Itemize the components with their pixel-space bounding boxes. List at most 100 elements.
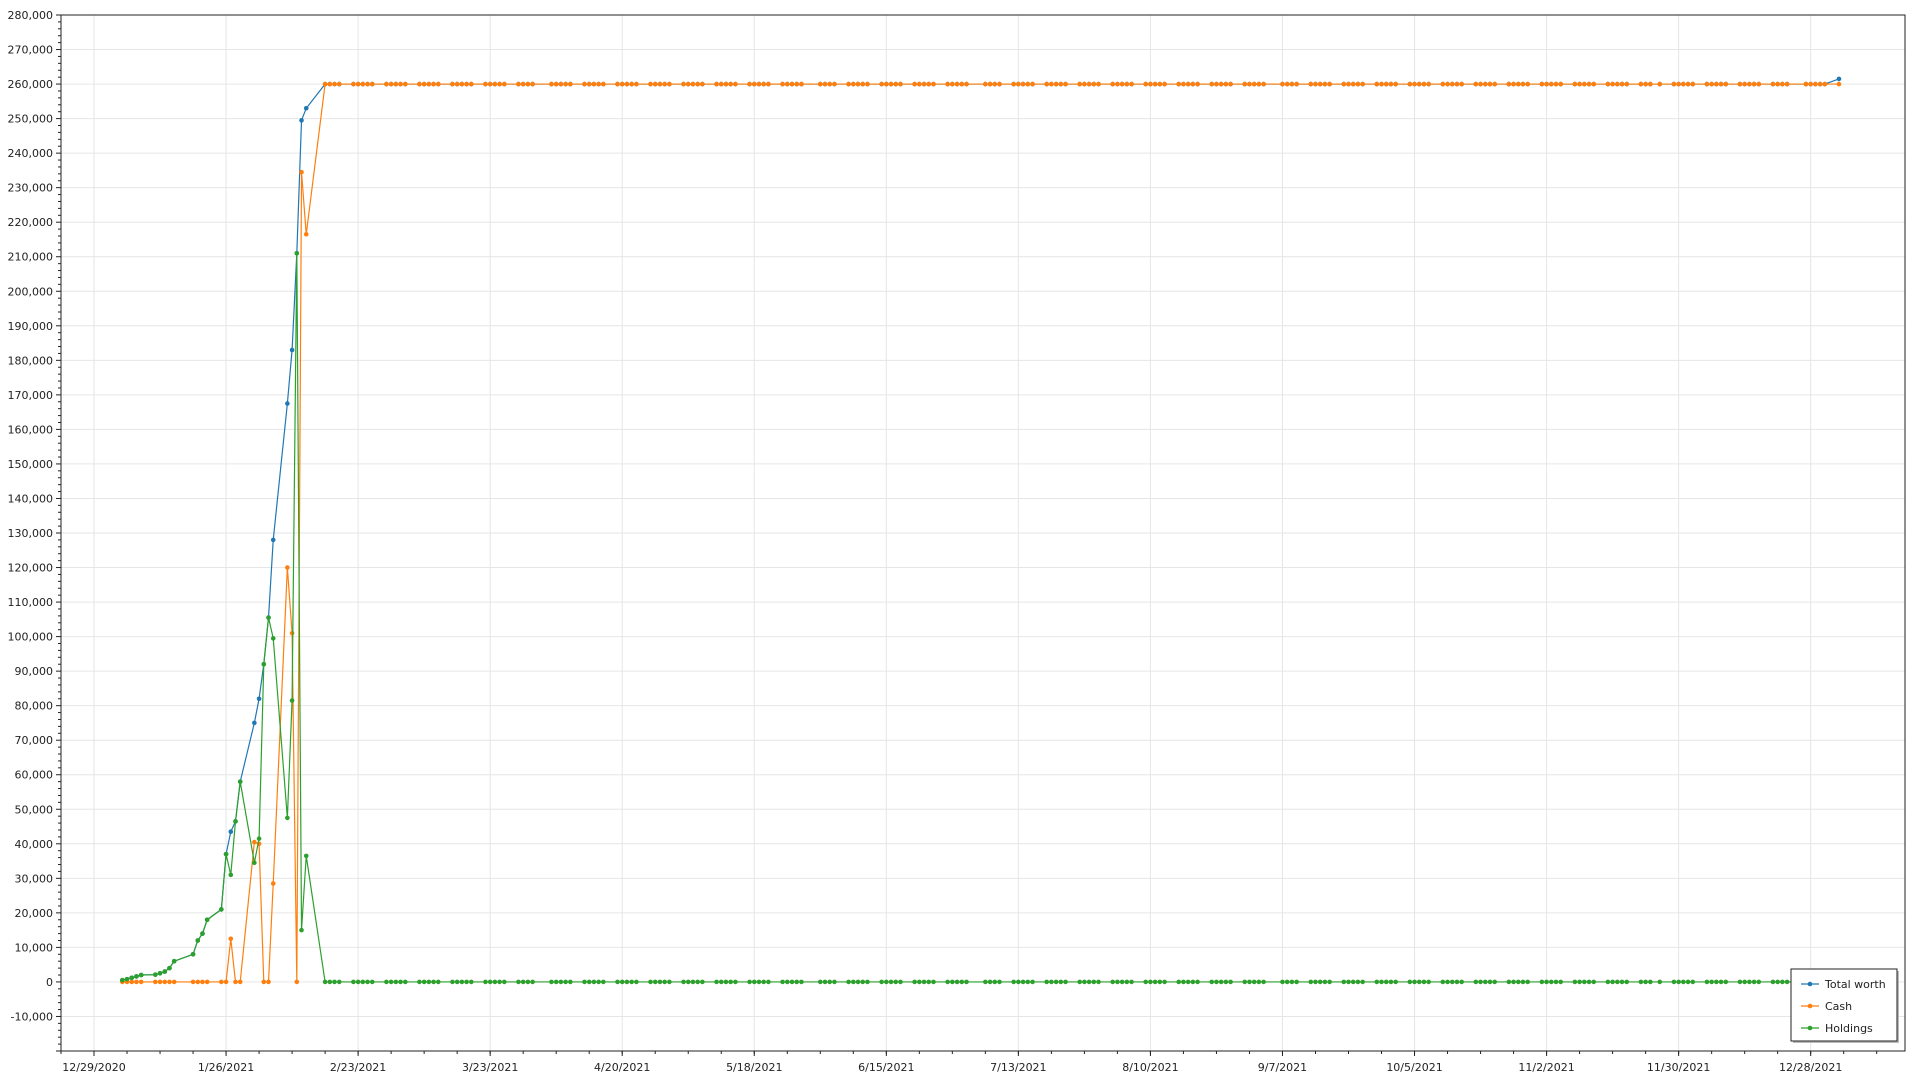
data-point — [270, 537, 276, 543]
data-point — [1247, 979, 1252, 985]
data-point — [987, 979, 993, 985]
data-point — [1690, 81, 1696, 87]
data-point — [1619, 979, 1625, 985]
data-point — [270, 881, 276, 886]
data-point — [1671, 979, 1677, 985]
data-point — [1011, 979, 1016, 985]
data-point — [1327, 81, 1332, 87]
data-point — [1346, 81, 1351, 87]
data-point — [355, 81, 361, 87]
data-point — [435, 979, 441, 985]
data-point — [921, 979, 927, 985]
data-point — [822, 979, 828, 985]
data-point — [1747, 979, 1752, 985]
data-point — [252, 839, 257, 845]
data-point — [497, 81, 502, 87]
data-point — [487, 979, 493, 985]
data-point — [1605, 81, 1611, 87]
data-point — [799, 81, 804, 87]
data-point — [832, 81, 837, 87]
data-point — [1638, 81, 1644, 87]
x-tick-label: 10/5/2021 — [1386, 1061, 1442, 1074]
data-point — [388, 81, 394, 87]
data-point — [299, 927, 304, 933]
data-point — [784, 81, 790, 87]
data-point — [615, 81, 620, 87]
data-point — [1195, 979, 1200, 985]
data-point — [190, 979, 196, 985]
data-point — [285, 401, 290, 406]
data-point — [228, 936, 234, 942]
data-point — [1548, 979, 1554, 985]
data-point — [1714, 979, 1719, 985]
data-point — [1143, 979, 1149, 985]
data-point — [1152, 979, 1158, 985]
data-point — [1454, 81, 1460, 87]
data-point — [681, 979, 686, 985]
data-point — [1723, 979, 1729, 985]
data-point — [1671, 81, 1677, 87]
data-point — [1162, 979, 1167, 985]
data-point — [402, 979, 408, 985]
y-tick-label: 100,000 — [8, 631, 54, 644]
data-point — [789, 979, 795, 985]
legend[interactable]: Total worth Cash Holdings — [1790, 968, 1899, 1043]
data-point — [1709, 81, 1714, 87]
data-point — [454, 979, 460, 985]
data-point — [624, 979, 630, 985]
data-point — [1176, 81, 1182, 87]
x-tick-label: 6/15/2021 — [858, 1061, 914, 1074]
data-point — [417, 81, 422, 87]
data-point — [530, 81, 535, 87]
data-point — [237, 979, 243, 985]
data-point — [822, 81, 828, 87]
data-point — [662, 81, 667, 87]
data-point — [261, 661, 267, 667]
data-point — [525, 979, 531, 985]
data-point — [1313, 81, 1318, 87]
data-point — [1256, 81, 1262, 87]
data-point — [332, 81, 337, 87]
data-point — [558, 81, 564, 87]
data-point — [657, 979, 663, 985]
data-point — [549, 979, 554, 985]
data-point — [921, 81, 927, 87]
data-point — [162, 979, 168, 985]
data-point — [780, 979, 785, 985]
data-point — [563, 81, 568, 87]
data-point — [591, 81, 597, 87]
data-point — [898, 81, 903, 87]
x-tick-label: 11/2/2021 — [1518, 1061, 1574, 1074]
data-point — [1487, 979, 1493, 985]
data-point — [690, 979, 696, 985]
data-point — [1511, 81, 1516, 87]
data-point — [931, 979, 936, 985]
data-point — [431, 81, 436, 87]
data-point — [1115, 979, 1120, 985]
data-point — [459, 979, 465, 985]
data-point — [591, 979, 597, 985]
series-layer — [120, 76, 1842, 985]
data-point — [681, 81, 686, 87]
data-point — [1091, 979, 1097, 985]
data-point — [568, 979, 573, 985]
data-point — [1553, 979, 1559, 985]
data-point — [138, 972, 144, 978]
data-point — [1445, 979, 1450, 985]
data-point — [204, 917, 210, 923]
data-point — [1619, 81, 1625, 87]
data-point — [1742, 81, 1747, 87]
data-point — [1209, 81, 1215, 87]
chart-container: -10,000 0 10,000 20,000 30,000 40,000 50,000 60… — [0, 0, 1920, 1080]
y-tick-label: 190,000 — [8, 320, 54, 333]
data-point — [1148, 979, 1153, 985]
data-point — [299, 118, 304, 123]
data-point — [648, 81, 653, 87]
x-tick-label: 5/18/2021 — [726, 1061, 782, 1074]
data-point — [714, 81, 719, 87]
data-point — [945, 979, 950, 985]
data-point — [1648, 81, 1653, 87]
series-line — [122, 78, 1840, 981]
data-point — [303, 105, 309, 111]
data-point — [563, 979, 568, 985]
